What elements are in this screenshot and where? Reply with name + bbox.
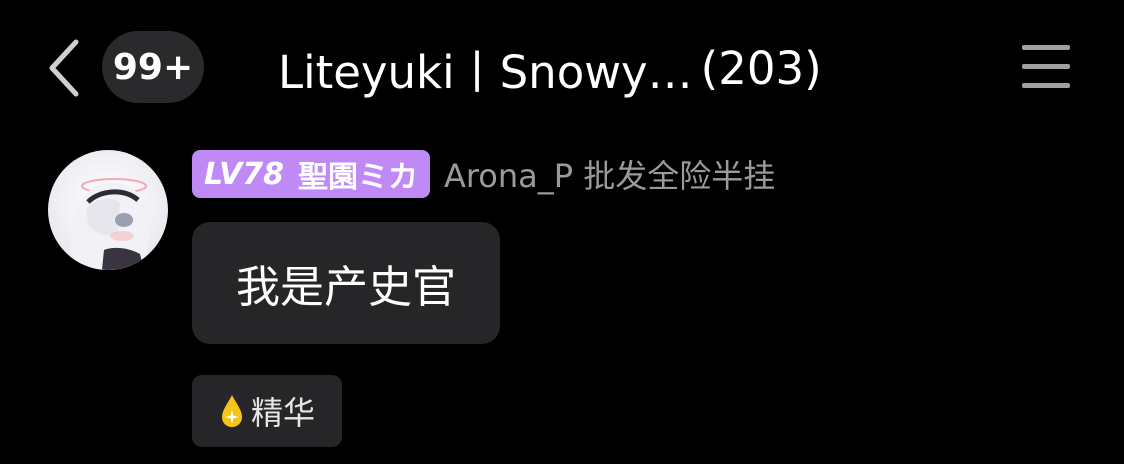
menu-button[interactable]: [1018, 42, 1074, 92]
drop-icon: [221, 395, 242, 427]
sender-info: LV78 聖園ミカ Arona_P 批发全险半挂: [192, 150, 775, 198]
unread-count: 99+: [112, 46, 194, 88]
sender-name[interactable]: Arona_P 批发全险半挂: [444, 151, 775, 197]
sender-avatar[interactable]: [48, 150, 168, 270]
member-level-tag[interactable]: LV78 聖園ミカ: [192, 150, 430, 198]
member-count: (203): [700, 41, 822, 95]
essence-tag[interactable]: 精华: [192, 375, 342, 447]
group-name: Liteyuki丨Snowy…: [278, 45, 693, 99]
hamburger-menu-icon: [1022, 45, 1070, 88]
chat-title[interactable]: Liteyuki丨Snowy… (203): [278, 38, 822, 99]
level-label: LV78: [204, 156, 284, 192]
message-text: 我是产史官: [236, 262, 456, 313]
message-bubble[interactable]: 我是产史官: [192, 222, 500, 344]
back-button[interactable]: [40, 38, 90, 98]
member-title: 聖園ミカ: [297, 160, 418, 195]
chevron-left-icon: [49, 39, 79, 97]
essence-label: 精华: [250, 394, 315, 432]
unread-count-badge[interactable]: 99+: [102, 31, 204, 103]
